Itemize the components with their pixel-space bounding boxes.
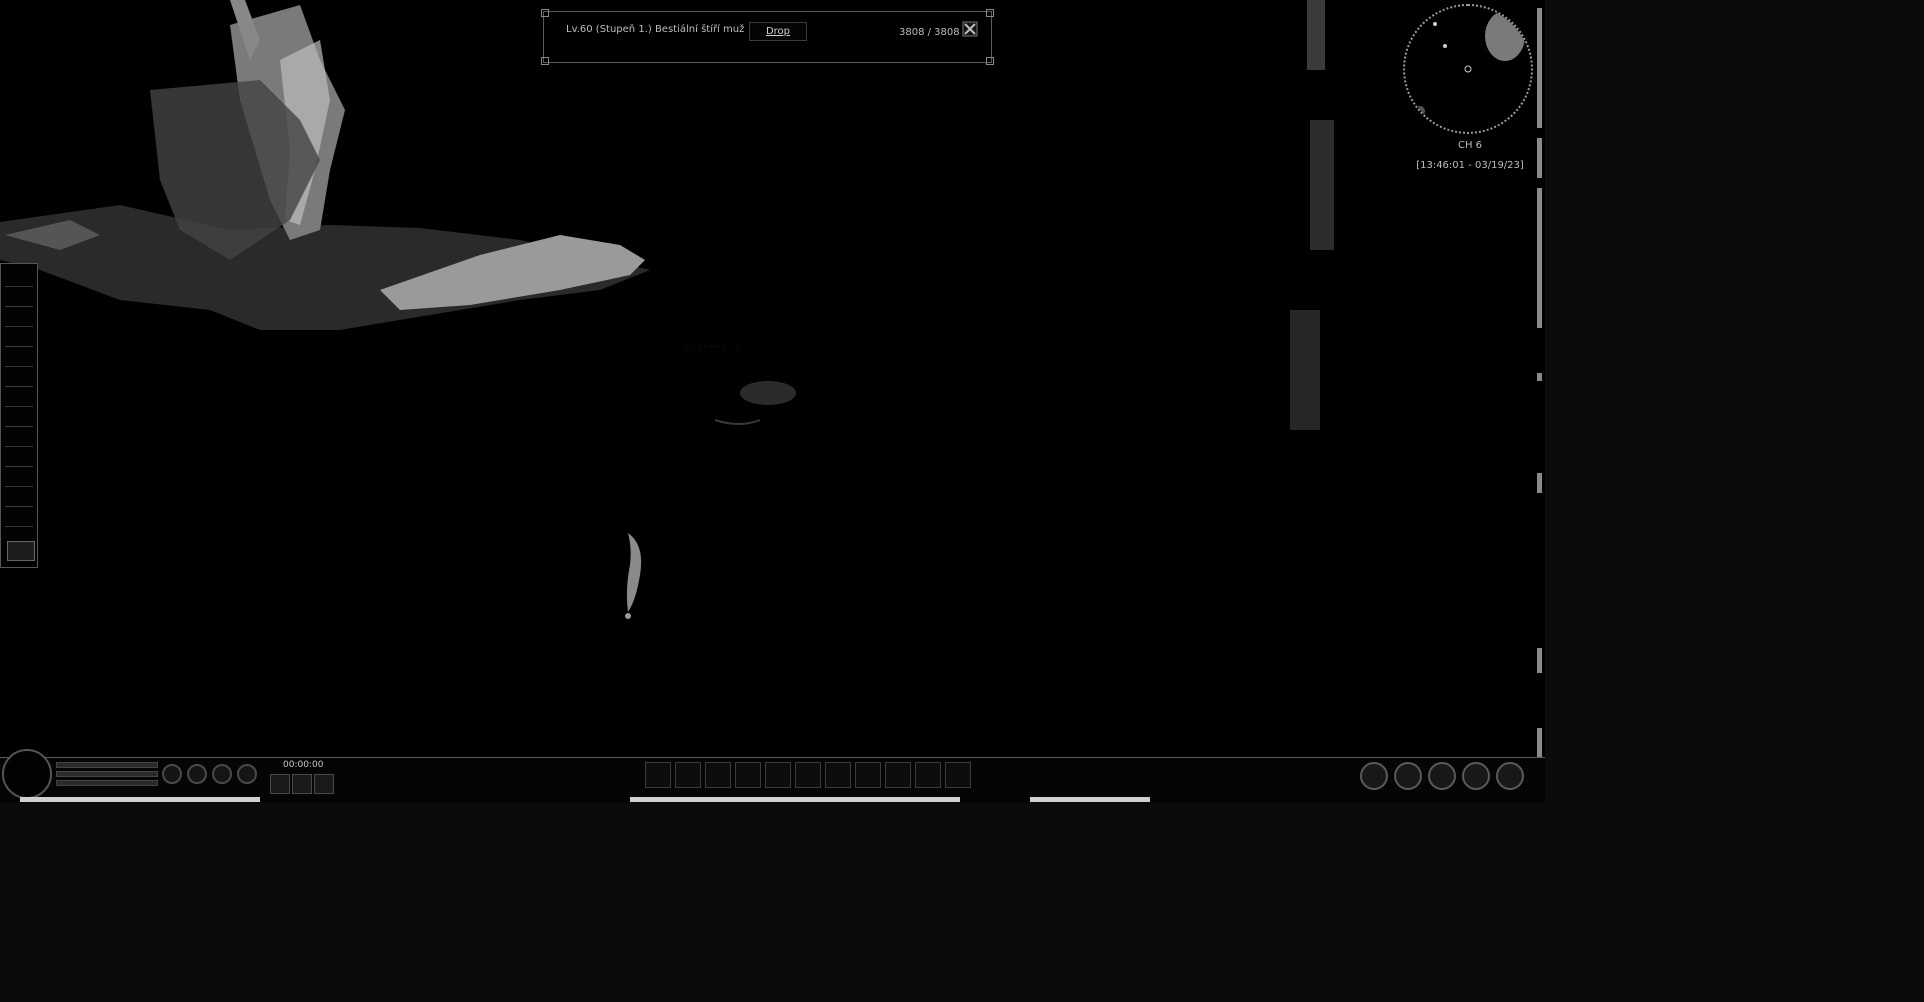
quickbar-slot-4[interactable] <box>735 762 761 788</box>
quickslot[interactable] <box>5 472 33 487</box>
strip-segment <box>1537 373 1542 381</box>
quickslot[interactable] <box>5 312 33 327</box>
system-icon-3[interactable] <box>1428 762 1456 790</box>
game-world-scene: · · · · · · · · · <box>0 0 1334 619</box>
faded-floating-text: · · · · · · · · · <box>685 342 739 353</box>
system-icon-5[interactable] <box>1496 762 1524 790</box>
potion-slot-1[interactable] <box>162 764 182 784</box>
monster-sprite <box>714 381 796 425</box>
strip-segment <box>1537 188 1542 328</box>
stamina-bar <box>56 780 158 786</box>
crossed-swords-close-icon[interactable] <box>962 21 978 37</box>
target-hp-text: 3808 / 3808 <box>899 27 960 38</box>
quickslot[interactable] <box>5 512 33 527</box>
quickslot[interactable] <box>5 372 33 387</box>
strip-segment <box>1537 138 1542 178</box>
channel-label: CH 6 <box>1457 140 1483 151</box>
timer: 00:00:00 <box>283 760 324 770</box>
quickslot[interactable] <box>5 452 33 467</box>
minimap-terrain <box>1415 11 1525 116</box>
quickbar-slot-10[interactable] <box>915 762 941 788</box>
skill-icon-2[interactable] <box>292 774 312 794</box>
game-viewport[interactable]: · · · · · · · · · Lv.60 (Stupeň 1.) Best… <box>0 0 1545 803</box>
ground-strip <box>630 797 960 802</box>
player-marker-icon <box>1464 65 1472 73</box>
quickbar-slot-8[interactable] <box>855 762 881 788</box>
target-name: Lv.60 (Stupeň 1.) Bestiální štíří muž <box>566 24 745 35</box>
potion-slot-4[interactable] <box>237 764 257 784</box>
rock-column <box>1290 0 1334 430</box>
quickslot[interactable] <box>5 272 33 287</box>
quickbar-slot-5[interactable] <box>765 762 791 788</box>
server-clock: [13:46:01 - 03/19/23] <box>1416 160 1524 171</box>
quickslot[interactable] <box>5 292 33 307</box>
quickslot[interactable] <box>5 332 33 347</box>
target-info-bar: Lv.60 (Stupeň 1.) Bestiální štíří muž Dr… <box>541 9 994 65</box>
left-quickslot-panel <box>0 263 38 568</box>
quickbar-slot-2[interactable] <box>675 762 701 788</box>
strip-segment <box>1537 473 1542 493</box>
right-edge-strip <box>1535 8 1544 778</box>
mp-bar <box>56 771 158 777</box>
strip-segment <box>1537 648 1542 673</box>
quickbar-slot-9[interactable] <box>885 762 911 788</box>
system-icon-4[interactable] <box>1462 762 1490 790</box>
hp-bar <box>56 762 158 768</box>
system-icon-2[interactable] <box>1394 762 1422 790</box>
quickbar-slot-3[interactable] <box>705 762 731 788</box>
minimap[interactable] <box>1403 4 1533 134</box>
quickslot[interactable] <box>5 352 33 367</box>
ground-strip <box>20 797 260 802</box>
skill-icon-3[interactable] <box>314 774 334 794</box>
player-character <box>625 533 642 619</box>
frame-corner <box>986 57 994 65</box>
quickbar-slot-6[interactable] <box>795 762 821 788</box>
potion-slot-2[interactable] <box>187 764 207 784</box>
quickslot[interactable] <box>5 392 33 407</box>
frame-corner <box>541 9 549 17</box>
character-portrait[interactable] <box>2 749 52 799</box>
quickbar-slot-1[interactable] <box>645 762 671 788</box>
skill-icon-1[interactable] <box>270 774 290 794</box>
panel-toggle-icon[interactable] <box>7 541 35 561</box>
frame-corner <box>541 57 549 65</box>
quickbar-slot-11[interactable] <box>945 762 971 788</box>
drop-button[interactable]: Drop <box>749 22 807 41</box>
system-icon-1[interactable] <box>1360 762 1388 790</box>
quickbar-slot-7[interactable] <box>825 762 851 788</box>
quickslot[interactable] <box>5 412 33 427</box>
potion-slot-3[interactable] <box>212 764 232 784</box>
quickslot[interactable] <box>5 432 33 447</box>
ground-strip <box>1030 797 1150 802</box>
strip-segment <box>1537 8 1542 128</box>
quickslot[interactable] <box>5 492 33 507</box>
frame-corner <box>986 9 994 17</box>
